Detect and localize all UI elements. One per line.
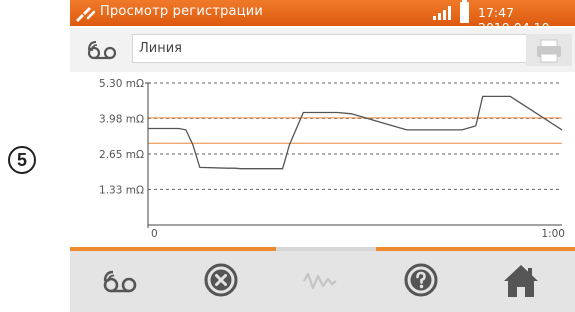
registration-chart: 5.30 mΩ 3.98 mΩ 2.65 mΩ 1.33 mΩ 0 1:00	[70, 73, 575, 247]
recording-tape-icon[interactable]	[76, 33, 136, 67]
cancel-icon	[204, 263, 238, 297]
screen-title: Просмотр регистрации	[100, 4, 264, 19]
printer-icon[interactable]	[526, 32, 572, 68]
y-tick-label: 1.33 mΩ	[99, 184, 144, 196]
recording-button[interactable]	[70, 251, 170, 312]
help-button[interactable]	[370, 251, 470, 312]
recording-tape-icon	[103, 270, 137, 293]
y-tick-label: 2.65 mΩ	[99, 149, 144, 161]
bottom-button-bar	[70, 251, 575, 312]
resistance-trace	[148, 95, 563, 170]
signal-bars-icon	[433, 6, 451, 20]
record-toolbar: Линия	[70, 28, 575, 72]
home-button[interactable]	[470, 251, 570, 312]
y-tick-label: 5.30 mΩ	[99, 78, 144, 90]
meter-probe-icon	[76, 7, 96, 22]
record-name-field[interactable]: Линия	[132, 34, 530, 63]
x-tick-label: 0	[151, 228, 158, 240]
home-icon	[504, 265, 538, 297]
step-number-badge: 5	[8, 146, 36, 174]
waveform-button[interactable]	[270, 251, 370, 312]
x-tick-label: 1:00	[541, 228, 565, 240]
status-bar: Просмотр регистрации 17:47 2019.04.10	[70, 0, 575, 35]
battery-icon	[460, 0, 469, 23]
waveform-icon	[303, 272, 337, 290]
y-tick-label: 3.98 mΩ	[99, 113, 144, 125]
chart-svg: 5.30 mΩ 3.98 mΩ 2.65 mΩ 1.33 mΩ 0 1:00	[99, 78, 565, 240]
device-screen: Просмотр регистрации 17:47 2019.04.10 Ли…	[70, 0, 575, 312]
help-icon	[404, 263, 438, 297]
cancel-button[interactable]	[170, 251, 270, 312]
